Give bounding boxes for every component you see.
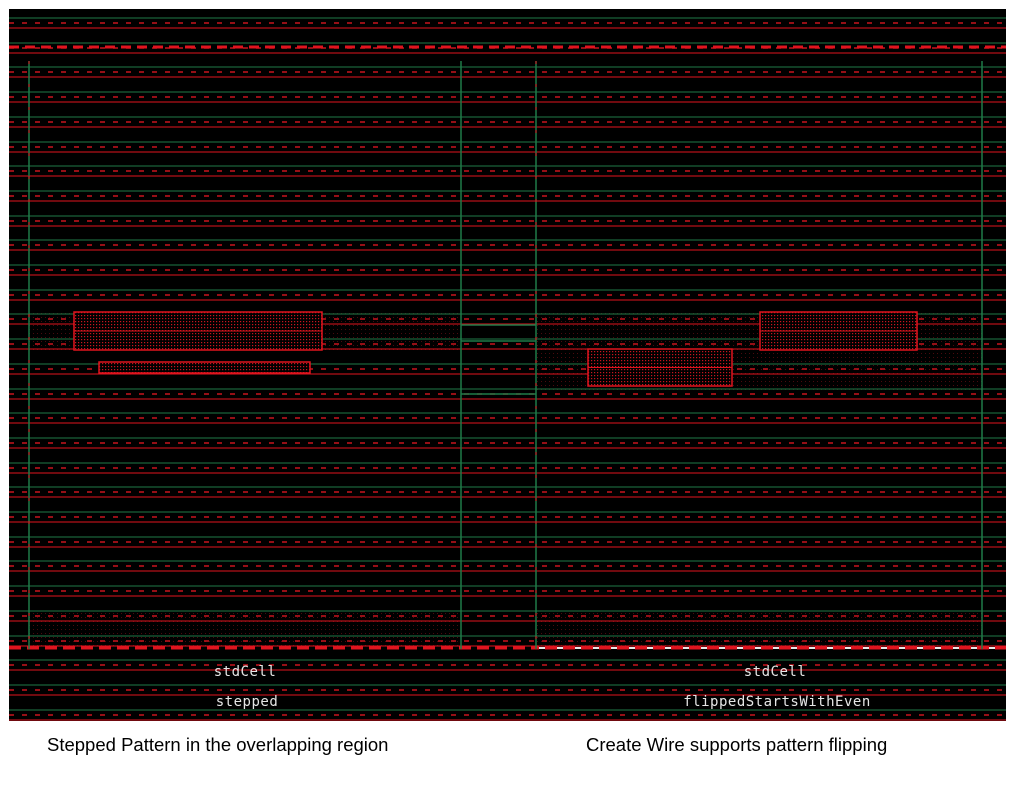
layout-drawing (9, 17, 1006, 721)
wire-shape (98, 361, 311, 374)
right-caption: Create Wire supports pattern flipping (586, 734, 888, 755)
right-cell-name-label: stdCell (743, 664, 807, 680)
right-instance-name-label: flippedStartsWithEven (683, 694, 871, 710)
shaded-region (29, 613, 461, 649)
left-instance-name-label: stepped (215, 694, 279, 710)
layout-canvas[interactable]: stdCell stepped stdCell flippedStartsWit… (9, 9, 1006, 721)
shaded-region (536, 613, 982, 649)
left-caption: Stepped Pattern in the overlapping regio… (47, 734, 389, 755)
left-cell-name-label: stdCell (213, 664, 277, 680)
